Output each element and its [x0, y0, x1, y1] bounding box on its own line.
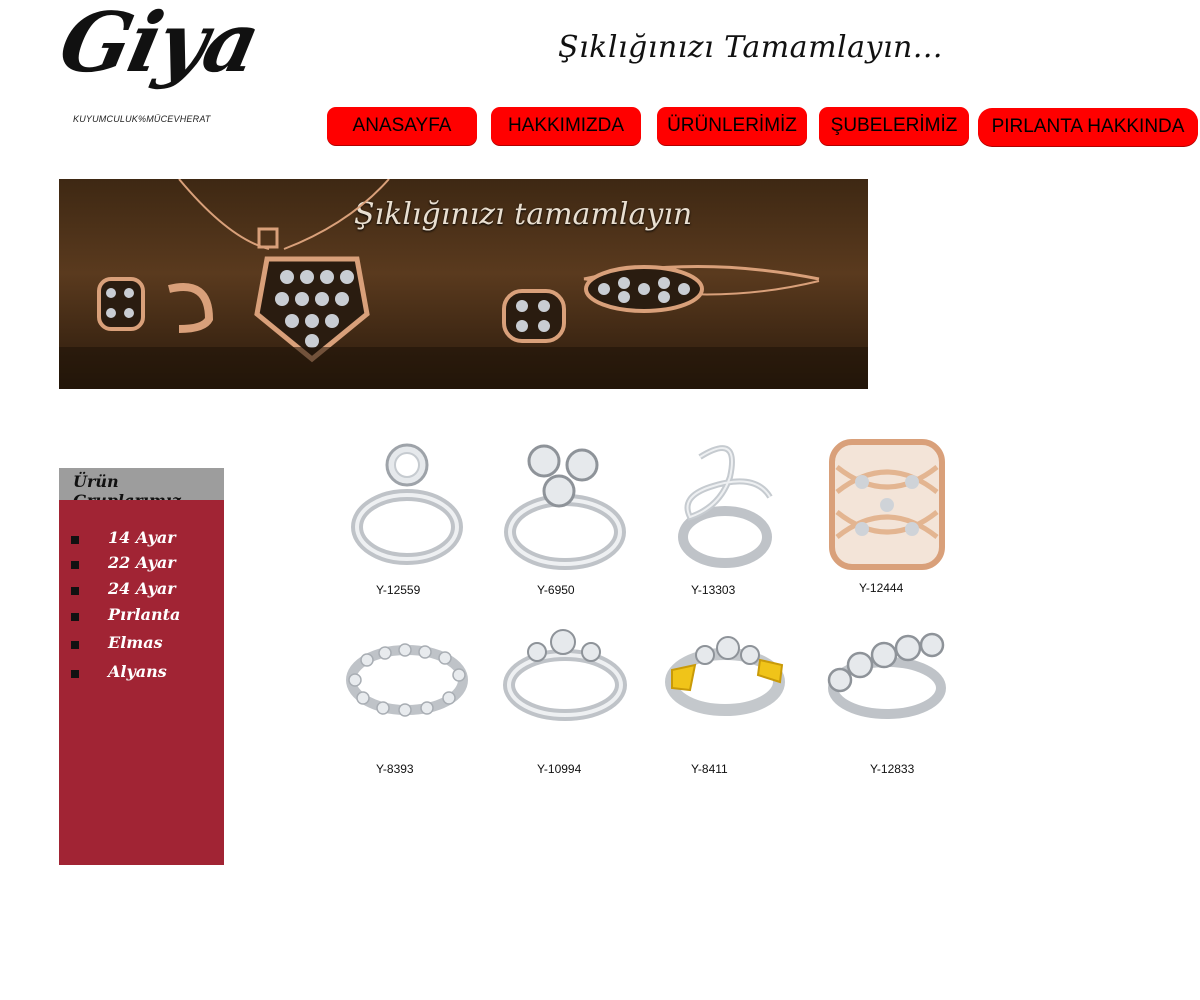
category-alyans[interactable]: Alyans [59, 662, 224, 686]
header-slogan: Şıklığınızı Tamamlayın... [558, 30, 943, 65]
product-card[interactable] [822, 620, 952, 730]
nav-anasayfa-button[interactable]: ANASAYFA [327, 107, 477, 145]
category-label[interactable]: Elmas [108, 633, 163, 652]
hero-banner: Şıklığınızı tamamlayın [59, 179, 868, 389]
ring-image [346, 643, 468, 717]
ring-image [678, 445, 773, 568]
banner-jewelry-image [59, 179, 868, 389]
product-card[interactable] [497, 437, 627, 572]
nav-subelerimiz-button[interactable]: ŞUBELERİMİZ [819, 107, 969, 145]
product-code[interactable]: Y-12559 [376, 583, 420, 597]
bullet-icon [71, 587, 79, 595]
sidebar-header: Ürün Gruplarımız [59, 468, 224, 510]
category-22-ayar[interactable]: 22 Ayar [59, 553, 224, 577]
logo-subtitle: KUYUMCULUK%MÜCEVHERAT [73, 114, 211, 124]
category-label[interactable]: 22 Ayar [108, 553, 176, 572]
product-code[interactable]: Y-13303 [691, 583, 735, 597]
ring-image [351, 443, 463, 565]
product-card[interactable] [660, 437, 790, 572]
product-code[interactable]: Y-10994 [537, 762, 581, 776]
product-code[interactable]: Y-8393 [376, 762, 414, 776]
ring-image [829, 439, 945, 570]
product-code[interactable]: Y-6950 [537, 583, 575, 597]
category-label[interactable]: Alyans [108, 662, 167, 681]
ring-image [827, 632, 946, 719]
bullet-icon [71, 641, 79, 649]
bullet-icon [71, 561, 79, 569]
category-label[interactable]: Pırlanta [108, 605, 180, 624]
category-14-ayar[interactable]: 14 Ayar [59, 528, 224, 552]
product-card[interactable] [660, 620, 790, 730]
nav-hakkimizda-button[interactable]: HAKKIMIZDA [491, 107, 641, 145]
product-code[interactable]: Y-12444 [859, 581, 903, 595]
logo-wordmark: Giya [51, 0, 267, 91]
category-label[interactable]: 14 Ayar [108, 528, 176, 547]
bullet-icon [71, 613, 79, 621]
product-card[interactable] [497, 620, 627, 730]
product-card[interactable] [822, 437, 952, 572]
bullet-icon [71, 536, 79, 544]
ring-image [504, 444, 626, 570]
category-24-ayar[interactable]: 24 Ayar [59, 579, 224, 603]
ring-image [665, 636, 785, 716]
product-card[interactable] [345, 620, 475, 730]
ring-image [503, 629, 627, 721]
category-label[interactable]: 24 Ayar [108, 579, 176, 598]
product-card[interactable] [345, 437, 475, 572]
nav-pirlanta-hakkinda-button[interactable]: PIRLANTA HAKKINDA [978, 108, 1198, 146]
nav-urunlerimiz-button[interactable]: ÜRÜNLERİMİZ [657, 107, 807, 145]
category-elmas[interactable]: Elmas [59, 633, 224, 657]
category-pirlanta[interactable]: Pırlanta [59, 605, 224, 629]
site-logo[interactable]: Giya [52, 0, 266, 112]
product-categories-sidebar: 14 Ayar 22 Ayar 24 Ayar Pırlanta Elmas A… [59, 500, 224, 865]
product-code[interactable]: Y-8411 [691, 762, 728, 776]
bullet-icon [71, 670, 79, 678]
product-code[interactable]: Y-12833 [870, 762, 914, 776]
